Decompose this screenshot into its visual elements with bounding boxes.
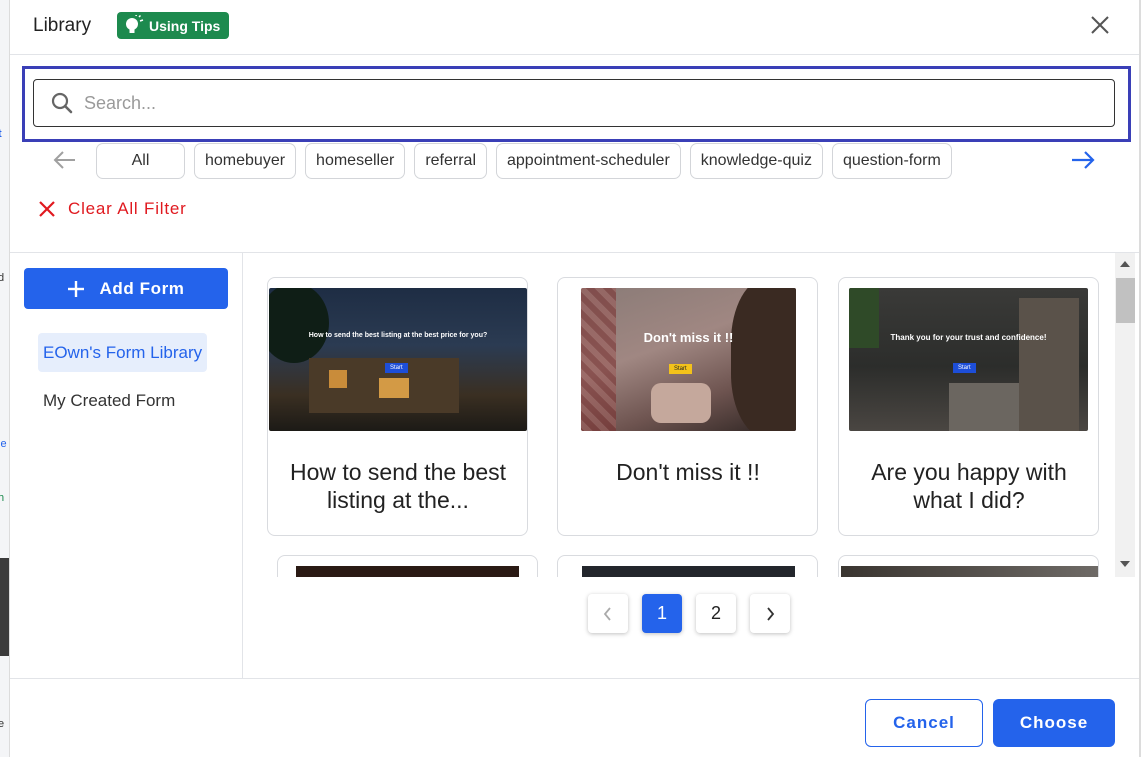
form-grid: How to send the best listing at the best… xyxy=(244,253,1115,577)
close-icon[interactable] xyxy=(1088,13,1112,37)
cancel-button[interactable]: Cancel xyxy=(865,699,983,747)
form-thumbnail xyxy=(582,566,795,577)
form-thumbnail: How to send the best listing at the best… xyxy=(269,288,527,431)
next-page-button[interactable] xyxy=(750,594,790,633)
arrow-right-icon[interactable] xyxy=(1070,150,1096,170)
scroll-down-arrow-icon[interactable] xyxy=(1120,561,1130,567)
background-page: t d i le h e xyxy=(0,0,10,757)
chevron-left-icon xyxy=(603,606,611,621)
thumbnail-start-button: Start xyxy=(385,363,408,373)
thumbnail-start-button: Start xyxy=(669,364,692,374)
add-form-button[interactable]: Add Form xyxy=(24,268,228,309)
sidebar: Add Form EOwn's Form Library My Created … xyxy=(10,253,243,678)
pagination: 1 2 xyxy=(588,594,790,633)
modal-header: Library Using Tips xyxy=(10,0,1139,55)
thumbnail-heading: Thank you for your trust and confidence! xyxy=(890,333,1047,342)
thumbnail-heading: How to send the best listing at the best… xyxy=(308,332,488,339)
search-input[interactable] xyxy=(84,92,1044,114)
filter-chip-homebuyer[interactable]: homebuyer xyxy=(194,143,297,179)
clear-all-filter-label: Clear All Filter xyxy=(68,199,187,218)
form-thumbnail xyxy=(296,566,519,577)
page-button-2[interactable]: 2 xyxy=(696,594,736,633)
form-thumbnail: Thank you for your trust and confidence!… xyxy=(849,288,1088,431)
card-title: Don't miss it !! xyxy=(616,459,760,485)
clear-all-filter-button[interactable]: Clear All Filter xyxy=(38,199,187,219)
form-card[interactable] xyxy=(838,555,1099,577)
filter-chip-referral[interactable]: referral xyxy=(414,143,487,179)
filter-chip-homeseller[interactable]: homeseller xyxy=(305,143,406,179)
modal-title: Library xyxy=(33,15,92,36)
chevron-right-icon xyxy=(767,606,775,621)
thumbnail-start-button: Start xyxy=(953,363,976,373)
form-card[interactable]: Thank you for your trust and confidence!… xyxy=(838,277,1099,536)
form-card[interactable] xyxy=(557,555,818,577)
form-card[interactable]: Don't miss it !! Start Don't miss it !! xyxy=(557,277,818,536)
search-field[interactable] xyxy=(33,79,1115,127)
library-modal: Library Using Tips All homebuy xyxy=(10,0,1139,757)
modal-footer: Cancel Choose xyxy=(10,678,1139,757)
form-thumbnail: Don't miss it !! Start xyxy=(581,288,796,431)
plus-icon xyxy=(68,280,85,297)
search-icon xyxy=(51,92,73,114)
thumbnail-heading: Don't miss it !! xyxy=(643,330,734,345)
card-title: How to send the best listing at the... xyxy=(289,459,507,513)
previous-page-button[interactable] xyxy=(588,594,628,633)
sidebar-item-eown-form-library[interactable]: EOwn's Form Library xyxy=(38,333,208,372)
filter-chip-knowledge-quiz[interactable]: knowledge-quiz xyxy=(689,143,823,179)
filter-chips: All homebuyer homeseller referral appoin… xyxy=(96,143,952,179)
form-card[interactable]: How to send the best listing at the best… xyxy=(267,277,528,536)
form-thumbnail xyxy=(841,566,1098,577)
arrow-left-icon[interactable] xyxy=(53,150,77,170)
filter-chip-question-form[interactable]: question-form xyxy=(831,143,952,179)
add-form-label: Add Form xyxy=(99,278,185,298)
form-card[interactable] xyxy=(277,555,538,577)
using-tips-button[interactable]: Using Tips xyxy=(117,12,229,39)
choose-button[interactable]: Choose xyxy=(993,699,1115,747)
scrollbar-thumb[interactable] xyxy=(1116,278,1135,323)
filter-chip-appointment-scheduler[interactable]: appointment-scheduler xyxy=(496,143,681,179)
lightbulb-icon xyxy=(126,14,144,33)
sidebar-item-my-created-form[interactable]: My Created Form xyxy=(38,381,180,420)
using-tips-label: Using Tips xyxy=(149,17,221,34)
card-title: Are you happy with what I did? xyxy=(871,459,1067,513)
scroll-up-arrow-icon[interactable] xyxy=(1120,261,1130,267)
page-button-1[interactable]: 1 xyxy=(642,594,682,633)
filter-chip-all[interactable]: All xyxy=(96,143,185,179)
close-icon xyxy=(39,201,55,217)
